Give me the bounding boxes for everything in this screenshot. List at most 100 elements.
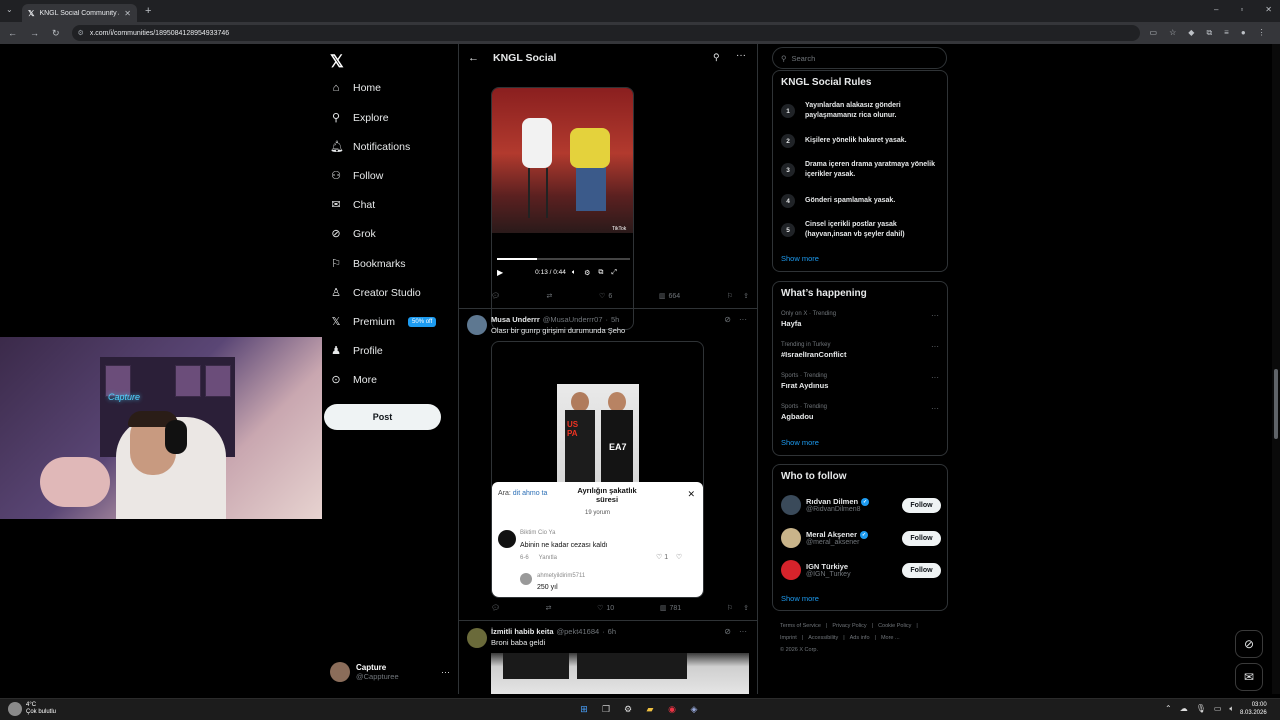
cast-icon[interactable]: ▭ xyxy=(1150,28,1158,38)
nav-creator-studio[interactable]: ♙ Creator Studio xyxy=(330,286,421,300)
rules-show-more-link[interactable]: Show more xyxy=(781,254,819,263)
close-window-icon[interactable]: ✕ xyxy=(1265,5,1272,14)
footer-link[interactable]: More ... xyxy=(881,635,900,641)
menu-icon[interactable]: ⋮ xyxy=(1258,28,1266,38)
network-icon[interactable]: ▭ xyxy=(1214,704,1222,714)
nav-follow[interactable]: ⚇ Follow xyxy=(330,169,383,183)
search-icon[interactable]: ⚲ xyxy=(713,52,720,63)
forward-icon[interactable]: → xyxy=(30,28,39,39)
nav-premium[interactable]: 𝕏 Premium 50% off xyxy=(330,315,437,328)
settings-icon[interactable]: ⚙ xyxy=(584,269,590,277)
author-name[interactable]: İzmitli habib keita xyxy=(491,627,554,636)
close-tab-icon[interactable]: ✕ xyxy=(124,9,131,18)
task-view-icon[interactable]: ❐ xyxy=(599,702,613,716)
post-time[interactable]: 5h xyxy=(611,315,619,324)
start-icon[interactable]: ⊞ xyxy=(577,702,591,716)
scroll-thumb[interactable] xyxy=(1274,369,1278,439)
bookmark-icon[interactable]: ⚐ xyxy=(727,604,733,612)
more-dots-icon[interactable]: ··· xyxy=(931,404,939,413)
steam-icon[interactable]: ◈ xyxy=(687,702,701,716)
follow-suggestion[interactable]: IGN Türkiye @IGN_Turkey Follow xyxy=(781,560,941,580)
reply-button[interactable]: 💬︎ xyxy=(491,292,500,300)
more-dots-icon[interactable]: ··· xyxy=(739,627,747,636)
nav-profile[interactable]: ♟ Profile xyxy=(330,344,383,358)
tab-search-icon[interactable]: ⌄ xyxy=(6,5,13,14)
more-dots-icon[interactable]: ··· xyxy=(739,315,747,324)
nav-chat[interactable]: ✉ Chat xyxy=(330,198,375,212)
author-name[interactable]: Musa Underrr xyxy=(491,315,540,324)
nav-grok[interactable]: ⊘ Grok xyxy=(330,227,375,241)
more-dots-icon[interactable]: ··· xyxy=(931,373,939,382)
puzzle-icon[interactable]: ⧉ xyxy=(1206,28,1212,38)
video-progress-bar[interactable] xyxy=(497,258,630,260)
repost-button[interactable]: ⇄ xyxy=(547,292,553,300)
more-dots-icon[interactable]: ··· xyxy=(931,342,939,351)
search-input[interactable]: ⚲ Search xyxy=(772,47,947,69)
tray-chevron-icon[interactable]: ⌃ xyxy=(1165,704,1172,714)
follow-suggestion[interactable]: Meral Akşener ✓ @meral_aksener Follow xyxy=(781,528,941,548)
volume-icon[interactable]: 🔈︎ xyxy=(572,269,576,277)
share-icon[interactable]: ⇪ xyxy=(743,604,749,612)
nav-explore[interactable]: ⚲ Explore xyxy=(330,111,389,125)
new-tab-icon[interactable]: + xyxy=(145,5,151,17)
minimize-icon[interactable]: – xyxy=(1214,5,1218,14)
nav-notifications[interactable]: 🔔︎ Notifications xyxy=(330,140,410,154)
post-image[interactable]: US PA EA7 Ara: dit ahmo ta Ayrılığın şaka… xyxy=(491,341,704,598)
media-icon[interactable]: ≡ xyxy=(1224,28,1229,38)
views-button[interactable]: ▥ 664 xyxy=(659,292,680,301)
follow-button[interactable]: Follow xyxy=(902,497,941,513)
grok-floating-button[interactable]: ⊘ xyxy=(1235,630,1263,658)
post-button[interactable]: Post xyxy=(324,404,441,430)
grok-icon[interactable]: ⊘ xyxy=(724,315,731,324)
chrome-icon[interactable]: ◉ xyxy=(665,702,679,716)
more-dots-icon[interactable]: ··· xyxy=(441,667,450,677)
play-icon[interactable]: ▶ xyxy=(497,268,503,277)
reload-icon[interactable]: ↻ xyxy=(52,28,60,39)
system-clock[interactable]: 03:00 8.03.2026 xyxy=(1240,702,1267,717)
follow-button[interactable]: Follow xyxy=(902,562,941,578)
post-time[interactable]: 6h xyxy=(608,627,616,636)
profile-icon[interactable]: ● xyxy=(1241,28,1246,38)
footer-link[interactable]: Terms of Service xyxy=(780,623,821,629)
grok-icon[interactable]: ⊘ xyxy=(724,627,731,636)
author-handle[interactable]: @pekt41684 xyxy=(557,627,600,636)
address-bar[interactable]: ⚙ x.com/i/communities/189508412895493374… xyxy=(71,25,1140,41)
weather-widget[interactable]: 4°C Çok bulutlu xyxy=(8,702,56,716)
trend-item[interactable]: Only on X · Trending Hayfa ··· xyxy=(781,311,941,328)
mic-icon[interactable]: 🎙︎ xyxy=(1196,704,1206,714)
footer-link[interactable]: Accessibility xyxy=(808,635,838,641)
trend-item[interactable]: Sports · Trending Fırat Aydınus ··· xyxy=(781,373,941,390)
like-button[interactable]: ♡ 10 xyxy=(597,604,614,613)
site-info-icon[interactable]: ⚙ xyxy=(78,29,84,37)
post-image[interactable] xyxy=(491,653,749,694)
share-icon[interactable]: ⇪ xyxy=(743,292,749,300)
author-handle[interactable]: @MusaUnderrr07 xyxy=(543,315,603,324)
follow-show-more-link[interactable]: Show more xyxy=(781,594,819,603)
nav-bookmarks[interactable]: ⚐ Bookmarks xyxy=(330,257,405,271)
back-arrow-icon[interactable]: ← xyxy=(468,52,479,64)
happening-show-more-link[interactable]: Show more xyxy=(781,438,819,447)
like-button[interactable]: ♡ 6 xyxy=(599,292,612,301)
maximize-icon[interactable]: ▫ xyxy=(1240,5,1243,14)
reply-button[interactable]: 💬︎ xyxy=(491,604,500,612)
back-icon[interactable]: ← xyxy=(8,28,17,39)
follow-button[interactable]: Follow xyxy=(902,530,941,546)
more-dots-icon[interactable]: ··· xyxy=(931,311,939,320)
bookmark-star-icon[interactable]: ☆ xyxy=(1169,28,1176,38)
volume-icon[interactable]: 🔈︎ xyxy=(1229,704,1234,714)
avatar[interactable] xyxy=(467,315,487,335)
footer-link[interactable]: Imprint xyxy=(780,635,797,641)
fullscreen-icon[interactable]: ⤢ xyxy=(611,269,617,277)
avatar[interactable] xyxy=(467,628,487,648)
pip-icon[interactable]: ⧉ xyxy=(598,269,603,277)
footer-link[interactable]: Privacy Policy xyxy=(832,623,866,629)
footer-link[interactable]: Cookie Policy xyxy=(878,623,911,629)
messages-floating-button[interactable]: ✉ xyxy=(1235,663,1263,691)
repost-button[interactable]: ⇄ xyxy=(546,604,552,612)
more-dots-icon[interactable]: ··· xyxy=(736,50,746,61)
follow-suggestion[interactable]: Rıdvan Dilmen ✓ @RidvanDilmen8 Follow xyxy=(781,495,941,515)
account-switcher[interactable]: Capture @Cappturee ··· xyxy=(330,662,450,682)
page-scrollbar[interactable] xyxy=(1272,44,1280,694)
nav-home[interactable]: ⌂ Home xyxy=(330,82,381,94)
onedrive-icon[interactable]: ☁ xyxy=(1180,704,1188,714)
